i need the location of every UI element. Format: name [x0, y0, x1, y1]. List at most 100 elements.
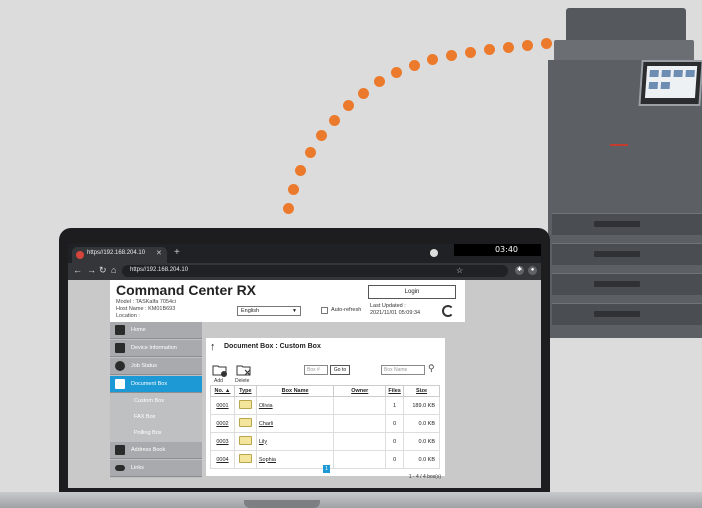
laptop-screen: https//192.168.204.10 ✕ + 03:40 ← → ↻ ⌂ …	[68, 244, 541, 488]
sidebar-item-job-status[interactable]: Job Status	[110, 358, 202, 375]
box-name-input[interactable]: Box Name	[381, 365, 425, 375]
reload-icon[interactable]: ↻	[99, 265, 107, 276]
last-updated-value: 2021/11/01 05:09:34	[370, 310, 421, 316]
arc-dot	[484, 44, 495, 55]
owner-cell	[333, 414, 387, 433]
sidebar-subitem-polling-box[interactable]: Polling Box	[110, 426, 202, 440]
size-cell: 0.0 KB	[403, 414, 440, 433]
sidebar-item-label: Job Status	[131, 363, 157, 369]
printer-drawer	[552, 213, 702, 235]
printer-touchscreen	[644, 66, 698, 98]
box-name-link[interactable]: Olivia	[255, 396, 335, 415]
login-button[interactable]: Login	[368, 285, 456, 299]
go-to-button[interactable]: Go to	[330, 365, 350, 375]
home-browser-icon[interactable]: ⌂	[111, 265, 116, 275]
arc-dot	[295, 165, 306, 176]
arc-dot	[329, 115, 340, 126]
sidebar-item-document-box[interactable]: Document Box	[110, 376, 202, 393]
column-header-no[interactable]: No. ▲	[210, 385, 235, 397]
printer-drawer	[552, 303, 702, 325]
browser-tab[interactable]: https//192.168.204.10 ✕	[72, 247, 167, 263]
arc-dot	[358, 88, 369, 99]
sidebar-item-label: Links	[131, 465, 144, 471]
up-arrow-icon[interactable]: ↑	[210, 341, 216, 353]
column-header-size: Size	[403, 385, 440, 397]
sidebar-item-label: Document Box	[131, 381, 168, 387]
size-cell: 189.0 KB	[403, 396, 440, 415]
folder-icon	[238, 418, 252, 427]
column-header-owner[interactable]: Owner	[333, 385, 387, 397]
main-content: ↑ Document Box : Custom Box Add Delete B…	[202, 322, 465, 480]
back-icon[interactable]: ←	[73, 265, 82, 275]
table-row: 0003 Lily 0 0.0 KB	[210, 432, 440, 451]
box-number-link[interactable]: 0003	[210, 432, 235, 451]
printer-image	[548, 8, 702, 338]
laptop-base	[0, 492, 702, 508]
box-name-link[interactable]: Charli	[255, 414, 335, 433]
auto-refresh-label: Auto-refresh	[331, 307, 362, 313]
delete-label: Delete	[235, 378, 250, 384]
sidebar-subitem-custom-box[interactable]: Custom Box	[110, 394, 202, 408]
address-bar[interactable]: https//192.168.204.10	[122, 265, 508, 277]
document-box-panel: ↑ Document Box : Custom Box Add Delete B…	[206, 338, 445, 480]
arc-dot	[374, 76, 385, 87]
table-row: 0001 Olivia 1 189.0 KB	[210, 396, 440, 415]
arc-dot	[522, 40, 533, 51]
files-cell: 0	[385, 450, 405, 469]
arc-dot	[503, 42, 514, 53]
files-cell: 0	[385, 432, 405, 451]
column-header-box-name[interactable]: Box Name	[255, 385, 335, 397]
arc-dot	[343, 100, 354, 111]
owner-cell	[333, 396, 387, 415]
url-text: https//192.168.204.10	[130, 267, 189, 273]
bookmark-star-icon[interactable]: ☆	[456, 266, 463, 275]
folder-icon	[238, 454, 252, 463]
sidebar-item-address-book[interactable]: Address Book	[110, 442, 202, 459]
language-select[interactable]: English ▼	[237, 306, 301, 316]
arc-dot	[391, 67, 402, 78]
files-cell: 1	[385, 396, 405, 415]
job-status-icon	[115, 361, 125, 371]
new-tab-icon[interactable]: +	[174, 247, 180, 258]
forward-icon[interactable]: →	[87, 265, 96, 275]
sidebar-item-label: Home	[131, 327, 146, 333]
refresh-icon[interactable]	[442, 305, 454, 317]
search-icon[interactable]: ⚲	[428, 363, 435, 374]
page-1-button[interactable]: 1	[323, 465, 330, 473]
arc-dot	[465, 47, 476, 58]
device-info-icon	[115, 343, 125, 353]
arc-dot	[409, 60, 420, 71]
sidebar-item-device-information[interactable]: Device Information	[110, 340, 202, 357]
table-row: 0002 Charli 0 0.0 KB	[210, 414, 440, 433]
delete-folder-icon[interactable]	[236, 363, 252, 377]
box-name-link[interactable]: Lily	[255, 432, 335, 451]
profile-icon[interactable]: ●	[528, 266, 537, 275]
box-number-link[interactable]: 0002	[210, 414, 235, 433]
box-number-link[interactable]: 0004	[210, 450, 235, 469]
box-number-link[interactable]: 0001	[210, 396, 235, 415]
arc-dot	[446, 50, 457, 61]
auto-refresh-checkbox[interactable]	[321, 307, 328, 314]
close-tab-icon[interactable]: ✕	[156, 249, 162, 257]
tab-title: https//192.168.204.10	[87, 250, 146, 256]
owner-cell	[333, 450, 387, 469]
sidebar-item-home[interactable]: Home	[110, 322, 202, 339]
add-label: Add	[214, 378, 223, 384]
sidebar: Home Device Information Job Status Docum…	[110, 322, 202, 478]
column-header-type: Type	[233, 385, 257, 397]
last-updated-label: Last Updated :	[370, 303, 406, 309]
links-icon	[115, 465, 125, 471]
browser-toolbar: ← → ↻ ⌂ https//192.168.204.10 ☆ ✱ ●	[68, 263, 541, 280]
sidebar-subitem-fax-box[interactable]: FAX Box	[110, 410, 202, 424]
files-cell: 0	[385, 414, 405, 433]
extension-icon[interactable]: ✱	[515, 266, 524, 275]
box-number-input[interactable]: Box #	[304, 365, 328, 375]
chevron-down-icon: ▼	[292, 308, 297, 314]
add-folder-icon[interactable]	[212, 363, 228, 377]
sidebar-item-links[interactable]: Links	[110, 460, 202, 477]
app-title: Command Center RX	[116, 282, 257, 298]
browser-tab-bar: https//192.168.204.10 ✕ + 03:40	[68, 244, 541, 263]
laptop-notch	[244, 500, 320, 508]
printer-control-panel	[638, 60, 702, 106]
size-cell: 0.0 KB	[403, 450, 440, 469]
